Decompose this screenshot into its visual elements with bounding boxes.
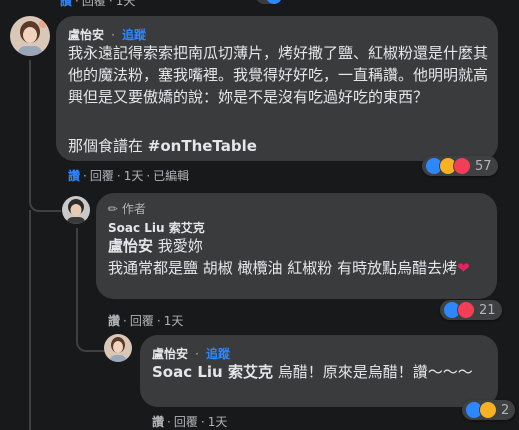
author-name[interactable]: Soac Liu 索艾克 (108, 219, 205, 236)
reply-meta: 讚 · 回覆 · 1天 (108, 314, 184, 328)
pencil-icon: ✎ (104, 200, 122, 218)
reaction-count: 2 (501, 402, 510, 418)
comment-meta: 讚 · 回覆 · 1天 · 已編輯 (68, 169, 190, 183)
reply-text-body: 烏醋！原來是烏醋！讚～～～ (272, 363, 473, 381)
reaction-summary[interactable]: 2 (462, 400, 516, 420)
recipe-text: 那個食譜在 (68, 137, 148, 155)
follow-button[interactable]: 追蹤 (206, 347, 230, 361)
haha-icon (479, 401, 497, 419)
reply-meta: 讚 · 回覆 · 1天 (152, 415, 228, 429)
thread-line (76, 228, 106, 352)
reply-link[interactable]: 回覆 (82, 0, 106, 8)
top-comment-meta: 讚 · 回覆 · 1天 (60, 0, 135, 9)
author-badge: ✎ 作者 (104, 200, 146, 218)
reaction-count: 57 (475, 158, 492, 174)
like-link[interactable]: 讚 (68, 169, 80, 183)
reply-mention-line: 盧怡安 我愛妳 (108, 235, 203, 257)
author-name[interactable]: 盧怡安 (68, 28, 104, 42)
reply-header: 盧怡安 · 追蹤 (152, 347, 231, 361)
mention-link[interactable]: Soac Liu 索艾克 (152, 363, 273, 381)
like-link[interactable]: 讚 (60, 0, 72, 8)
reply-bubble: ✎ 作者 Soac Liu 索艾克 盧怡安 我愛妳 我通常都是鹽 胡椒 橄欖油 … (96, 193, 497, 299)
reply-bubble: 盧怡安 · 追蹤 Soac Liu 索艾克 烏醋！原來是烏醋！讚～～～ (140, 335, 498, 407)
thread-line (29, 210, 31, 430)
comment-header: 盧怡安 · 追蹤 (68, 28, 147, 42)
love-icon (457, 301, 475, 319)
reaction-summary[interactable]: 21 (440, 300, 502, 320)
hashtag-link[interactable]: #onTheTable (148, 137, 257, 155)
timestamp[interactable]: 1天 (124, 169, 144, 183)
love-icon (453, 157, 471, 175)
author-name[interactable]: 盧怡安 (152, 347, 188, 361)
reply-text: 我通常都是鹽 胡椒 橄欖油 紅椒粉 有時放點烏醋去烤❤ (108, 257, 483, 279)
reaction-count: 21 (479, 302, 496, 318)
reply-text: Soac Liu 索艾克 烏醋！原來是烏醋！讚～～～ (152, 361, 486, 383)
avatar[interactable] (10, 16, 50, 56)
reaction-summary[interactable]: 57 (422, 156, 498, 176)
thread-line (29, 60, 61, 212)
timestamp[interactable]: 1天 (164, 314, 184, 328)
reply-link[interactable]: 回覆 (90, 169, 114, 183)
comment-bubble: 盧怡安 · 追蹤 我永遠記得索索把南瓜切薄片，烤好撒了鹽、紅椒粉還是什麼其他的魔… (56, 16, 498, 161)
timestamp[interactable]: 1天 (116, 0, 136, 8)
author-badge-label: 作者 (121, 202, 146, 216)
edited-label[interactable]: 已編輯 (153, 169, 189, 183)
reply-link[interactable]: 回覆 (130, 314, 154, 328)
reply-text-a: 我愛妳 (153, 237, 203, 255)
avatar[interactable] (62, 196, 90, 224)
reply-text-b: 我通常都是鹽 胡椒 橄欖油 紅椒粉 有時放點烏醋去烤 (108, 259, 458, 277)
like-link[interactable]: 讚 (108, 314, 120, 328)
follow-button[interactable]: 追蹤 (122, 28, 146, 42)
heart-icon: ❤ (457, 259, 470, 277)
comment-text: 我永遠記得索索把南瓜切薄片，烤好撒了鹽、紅椒粉還是什麼其他的魔法粉，塞我嘴裡。我… (68, 44, 489, 106)
comment-text-line2: 那個食譜在 #onTheTable (68, 135, 257, 157)
mention-link[interactable]: 盧怡安 (108, 237, 153, 255)
avatar[interactable] (104, 334, 132, 362)
